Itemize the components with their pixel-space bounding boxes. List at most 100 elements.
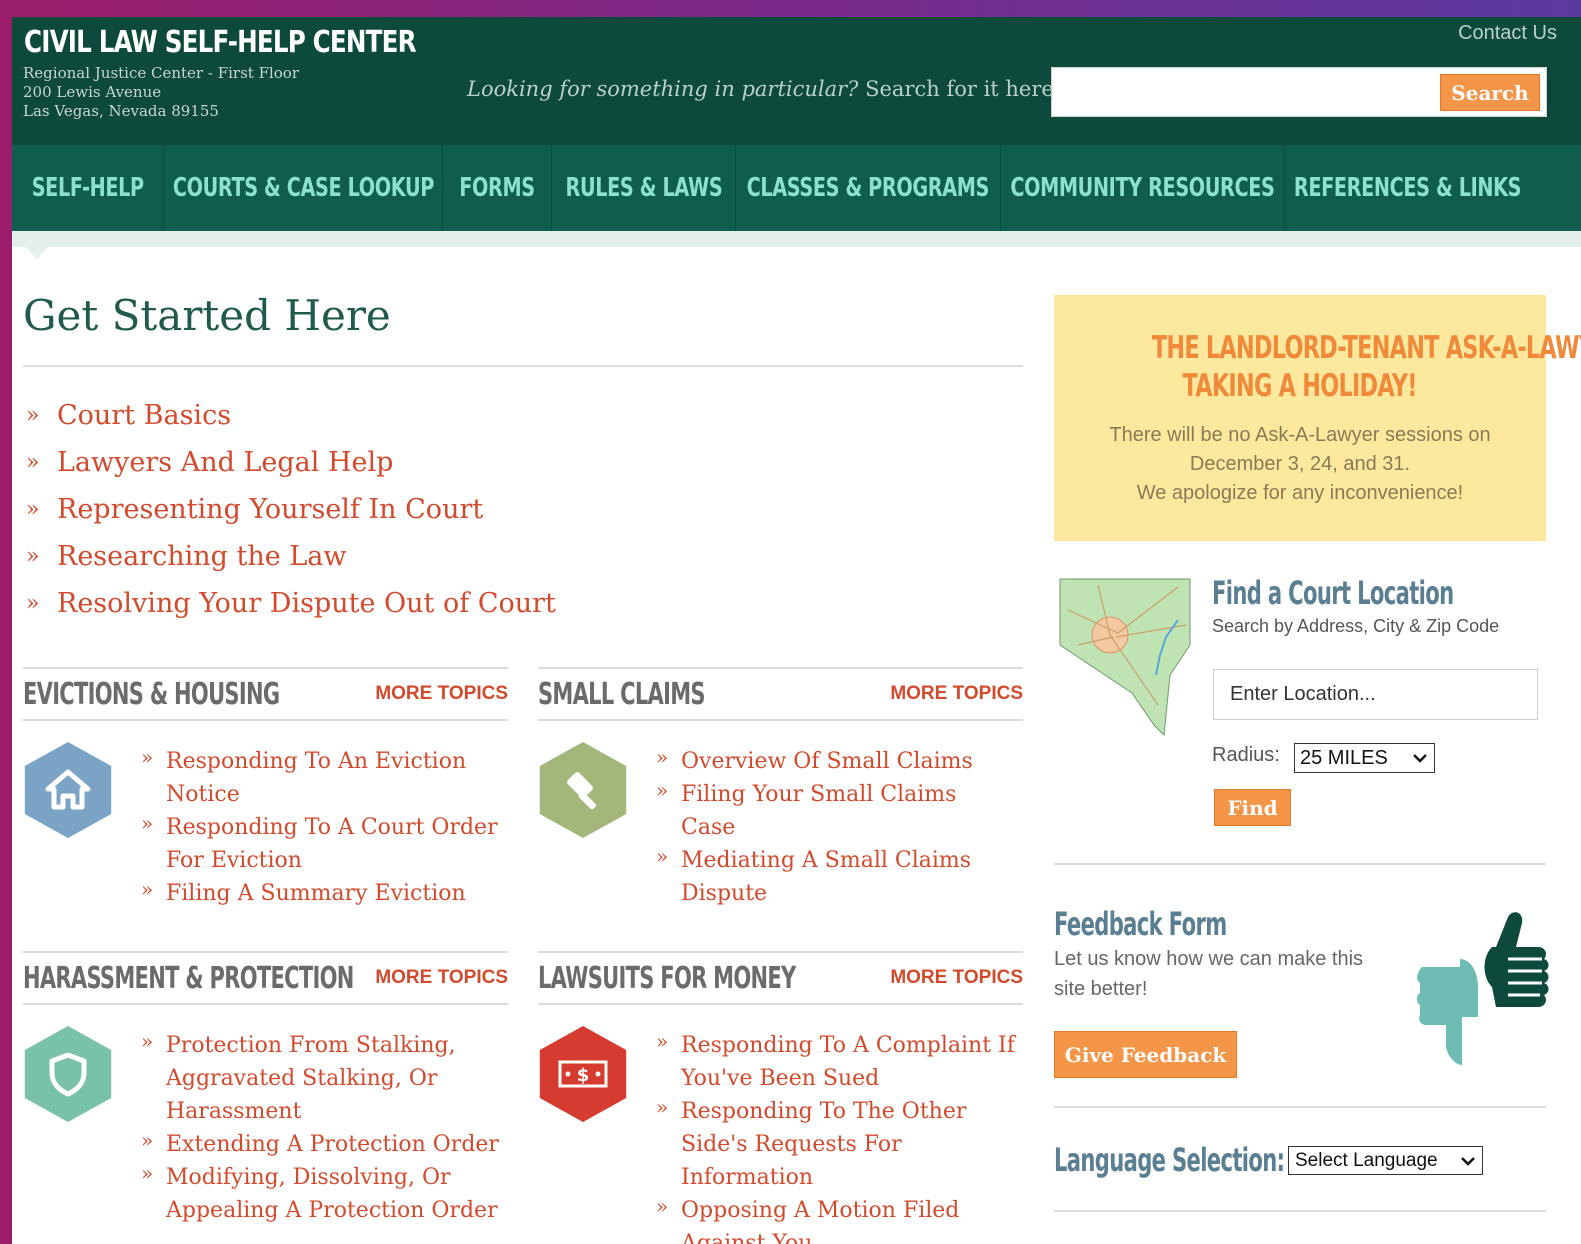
start-link-label: Resolving Your Dispute Out of Court: [57, 588, 556, 619]
topic-lawsuits-money: LAWSUITS FOR MONEY MORE TOPICS $ Respond…: [538, 951, 1023, 1244]
divider: [538, 951, 1023, 953]
chevron-down-icon: [1413, 754, 1427, 763]
notice-line: December 3, 24, and 31.: [1189, 453, 1411, 475]
give-feedback-button[interactable]: Give Feedback: [1054, 1031, 1237, 1078]
start-link-researching-law[interactable]: » Researching the Law: [26, 533, 556, 580]
find-button[interactable]: Find: [1214, 789, 1291, 826]
nevada-map-icon: [1059, 578, 1191, 737]
search-prompt: Looking for something in particular? Sea…: [467, 77, 1054, 101]
gavel-icon[interactable]: [539, 742, 627, 838]
bullet-icon: »: [26, 403, 40, 428]
divider: [1054, 863, 1546, 865]
radius-value: 25 MILES: [1300, 746, 1388, 769]
site-header: CIVIL LAW SELF-HELP CENTER Regional Just…: [12, 17, 1581, 145]
topic-title: HARASSMENT & PROTECTION: [23, 961, 354, 996]
more-topics-link[interactable]: MORE TOPICS: [375, 967, 508, 989]
nav-rules-laws[interactable]: RULES & LAWS: [552, 145, 736, 231]
more-topics-link[interactable]: MORE TOPICS: [890, 683, 1023, 705]
topic-link-list: Responding To A Complaint If You've Been…: [656, 1025, 1016, 1244]
chevron-down-icon: [1461, 1156, 1475, 1166]
bullet-icon: »: [26, 450, 40, 475]
divider: [1054, 1106, 1546, 1108]
search-button[interactable]: Search: [1440, 74, 1540, 111]
topic-link[interactable]: Responding To The Other Side's Requests …: [656, 1091, 1016, 1194]
contact-us-link[interactable]: Contact Us: [1458, 22, 1557, 45]
location-input[interactable]: Enter Location...: [1213, 669, 1538, 720]
start-link-representing-yourself[interactable]: » Representing Yourself In Court: [26, 486, 556, 533]
house-icon[interactable]: [24, 742, 112, 838]
nav-label: COURTS & CASE LOOKUP: [172, 173, 434, 203]
language-value: Select Language: [1295, 1149, 1438, 1171]
svg-text:$: $: [577, 1065, 590, 1086]
search-prompt-question: Looking for something in particular?: [467, 77, 859, 101]
divider: [538, 667, 1023, 669]
topic-title: SMALL CLAIMS: [538, 677, 706, 712]
topic-link[interactable]: Filing A Summary Eviction: [141, 873, 501, 910]
topic-link[interactable]: Responding To A Complaint If You've Been…: [656, 1025, 1016, 1095]
divider: [538, 1003, 1023, 1005]
start-link-label: Lawyers And Legal Help: [57, 447, 394, 478]
start-link-label: Researching the Law: [57, 541, 347, 572]
feedback-text: Let us know how we can make this site be…: [1054, 948, 1364, 1000]
nav-classes-programs[interactable]: CLASSES & PROGRAMS: [736, 145, 1001, 231]
nav-forms[interactable]: FORMS: [443, 145, 552, 231]
more-topics-link[interactable]: MORE TOPICS: [890, 967, 1023, 989]
divider: [23, 667, 508, 669]
thumbs-up-down-icon: [1417, 912, 1549, 1065]
more-topics-link[interactable]: MORE TOPICS: [375, 683, 508, 705]
page-title: Get Started Here: [23, 291, 391, 340]
nav-community-resources[interactable]: COMMUNITY RESOURCES: [1001, 145, 1285, 231]
bullet-icon: »: [26, 591, 40, 616]
language-title: Language Selection:: [1054, 1141, 1285, 1179]
get-started-list: » Court Basics » Lawyers And Legal Help » R…: [26, 392, 556, 627]
radius-label: Radius:: [1212, 744, 1280, 766]
divider: [538, 719, 1023, 721]
radius-select[interactable]: 25 MILES: [1294, 743, 1435, 773]
shield-icon[interactable]: [24, 1026, 112, 1122]
search-input[interactable]: [1052, 68, 1432, 116]
site-address: Regional Justice Center - First Floor 20…: [23, 64, 299, 121]
nav-label: FORMS: [459, 173, 535, 203]
divider: [23, 365, 1023, 367]
start-link-court-basics[interactable]: » Court Basics: [26, 392, 556, 439]
start-link-lawyers[interactable]: » Lawyers And Legal Help: [26, 439, 556, 486]
divider: [23, 719, 508, 721]
bullet-icon: »: [26, 497, 40, 522]
notice-line: There will be no Ask-A-Lawyer sessions o…: [1109, 424, 1491, 446]
notice-title-line: THE LANDLORD-TENANT ASK-A-LAWYER IS: [1151, 330, 1581, 366]
holiday-notice: THE LANDLORD-TENANT ASK-A-LAWYER IS TAKI…: [1054, 295, 1581, 541]
topic-link[interactable]: Filing Your Small Claims Case: [656, 774, 1016, 844]
court-locator-title: Find a Court Location: [1212, 574, 1454, 612]
address-line: Las Vegas, Nevada 89155: [23, 102, 219, 120]
topic-link[interactable]: Protection From Stalking, Aggravated Sta…: [141, 1025, 501, 1128]
nav-courts-case-lookup[interactable]: COURTS & CASE LOOKUP: [164, 145, 443, 231]
nav-label: RULES & LAWS: [565, 173, 722, 203]
site-title[interactable]: CIVIL LAW SELF-HELP CENTER: [24, 25, 417, 60]
topic-link[interactable]: Responding To A Court Order For Eviction: [141, 807, 501, 877]
nav-references-links[interactable]: REFERENCES & LINKS: [1285, 145, 1531, 231]
topic-link[interactable]: Mediating A Small Claims Dispute: [656, 840, 1016, 910]
address-line: Regional Justice Center - First Floor: [23, 64, 300, 82]
start-link-label: Court Basics: [57, 400, 232, 431]
start-link-label: Representing Yourself In Court: [57, 494, 484, 525]
subnav-bar: [12, 231, 1581, 247]
topic-link-list: Overview Of Small Claims Filing Your Sma…: [656, 741, 1016, 910]
topic-link[interactable]: Opposing A Motion Filed Against You: [656, 1190, 1016, 1244]
nav-self-help[interactable]: SELF-HELP: [12, 145, 164, 231]
nav-label: CLASSES & PROGRAMS: [746, 173, 990, 203]
money-icon[interactable]: $: [539, 1026, 627, 1122]
topic-harassment-protection: HARASSMENT & PROTECTION MORE TOPICS Prot…: [23, 951, 508, 1244]
bullet-icon: »: [26, 544, 40, 569]
divider: [23, 951, 508, 953]
topic-link[interactable]: Extending A Protection Order: [141, 1124, 501, 1161]
topic-small-claims: SMALL CLAIMS MORE TOPICS Overview Of Sma…: [538, 667, 1023, 907]
topic-link[interactable]: Responding To An Eviction Notice: [141, 741, 501, 811]
divider: [23, 1003, 508, 1005]
main-nav: SELF-HELP COURTS & CASE LOOKUP FORMS RUL…: [12, 145, 1581, 231]
topic-link[interactable]: Modifying, Dissolving, Or Appealing A Pr…: [141, 1157, 501, 1227]
language-select[interactable]: Select Language: [1288, 1146, 1483, 1175]
topic-evictions-housing: EVICTIONS & HOUSING MORE TOPICS Respondi…: [23, 667, 508, 907]
topic-link[interactable]: Overview Of Small Claims: [656, 741, 1016, 778]
start-link-resolving-dispute[interactable]: » Resolving Your Dispute Out of Court: [26, 580, 556, 627]
search-box: Search: [1051, 67, 1547, 117]
